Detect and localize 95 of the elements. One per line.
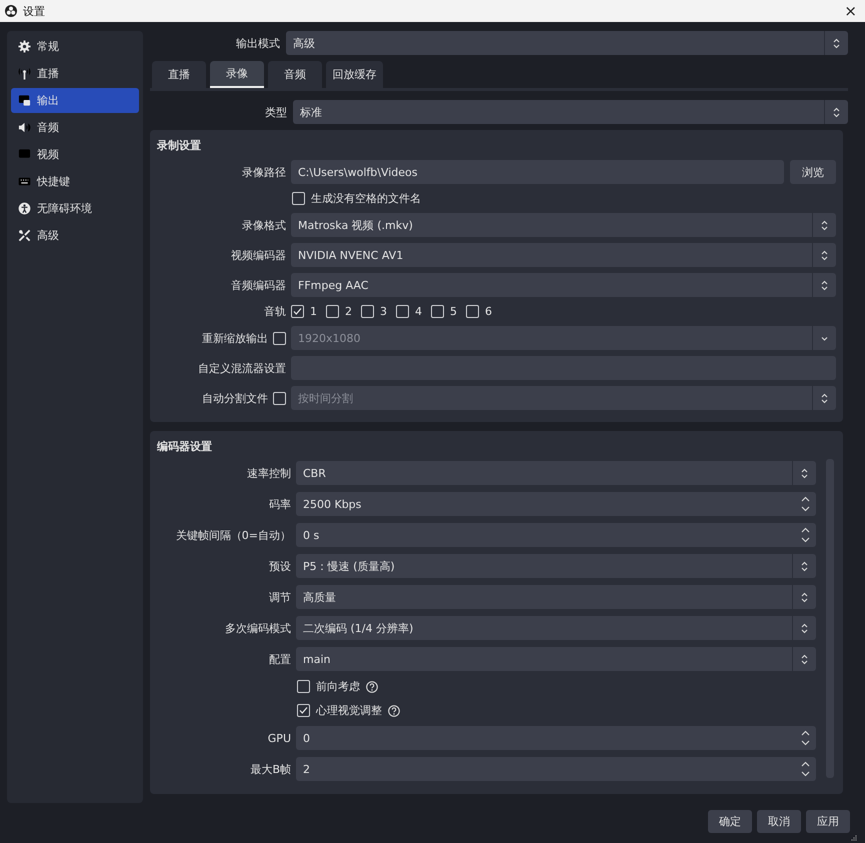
checkbox-label: 前向考虑 (316, 679, 360, 694)
track-label: 4 (415, 305, 422, 318)
dropdown[interactable]: 二次编码 (1/4 分辨率) (296, 616, 816, 640)
spin-box[interactable]: 2500 Kbps (296, 492, 816, 516)
dialog-button[interactable]: 应用 (806, 810, 850, 833)
field-label: 最大B帧 (250, 762, 291, 776)
updown-icon (801, 622, 808, 634)
dialog-button[interactable]: 确定 (708, 810, 752, 833)
updown-icon (833, 106, 840, 118)
section-title: 编码器设置 (157, 438, 212, 454)
sidebar-item[interactable]: 直播 (11, 61, 139, 86)
field-label: 输出模式 (236, 36, 280, 50)
tab[interactable]: 录像 (210, 61, 264, 88)
checkbox[interactable] (297, 704, 310, 717)
field-label: 自动分割文件 (202, 390, 268, 406)
field-label: 视频编码器 (231, 248, 286, 262)
field-label: 码率 (269, 496, 291, 512)
dropdown[interactable]: FFmpeg AAC (291, 273, 836, 297)
field-label: 自定义混流器设置 (198, 360, 286, 376)
checkbox[interactable] (396, 305, 409, 318)
field-label: 多次编码模式 (225, 620, 291, 636)
resize-grip-icon (851, 835, 857, 841)
dialog-button[interactable]: 取消 (757, 810, 801, 833)
accessibility-icon (18, 202, 31, 215)
tab[interactable]: 直播 (152, 61, 206, 88)
antenna-icon (18, 67, 31, 80)
field-label: 音频编码器 (231, 278, 286, 292)
checkbox-label: 心理视觉调整 (316, 703, 382, 718)
tools-icon (18, 229, 31, 242)
track-label: 6 (485, 305, 492, 318)
dropdown[interactable]: P5：慢速 (质量高) (296, 554, 816, 578)
window-title: 设置 (23, 4, 46, 18)
dropdown[interactable]: 高质量 (296, 585, 816, 609)
track-label: 3 (380, 305, 387, 318)
spin-arrows-icon (800, 526, 811, 544)
updown-icon (821, 280, 828, 290)
dropdown[interactable]: 高级 (286, 31, 848, 55)
updown-icon (801, 468, 808, 478)
field-label: 类型 (265, 104, 287, 120)
sidebar-item[interactable]: 高级 (11, 223, 139, 248)
checkbox[interactable] (291, 305, 304, 318)
updown-icon (833, 38, 840, 48)
keyboard-icon (18, 175, 31, 188)
spin-arrows-icon (800, 729, 811, 747)
field-label: 重新缩放输出 (202, 330, 268, 346)
checkbox[interactable] (297, 680, 310, 693)
dropdown[interactable]: Matroska 视频 (.mkv) (291, 213, 836, 237)
sidebar-item[interactable]: 音频 (11, 115, 139, 140)
sidebar-item[interactable]: 常规 (11, 34, 139, 59)
close-button[interactable]: × (842, 4, 859, 18)
field-label: 配置 (269, 652, 291, 666)
checkbox[interactable] (326, 305, 339, 318)
gear-icon (18, 40, 31, 53)
field-label: GPU (268, 732, 291, 744)
dropdown[interactable]: main (296, 647, 816, 671)
sidebar-item[interactable]: 无障碍环境 (11, 196, 139, 221)
field-label: 预设 (269, 558, 291, 574)
checkbox[interactable] (431, 305, 444, 318)
sidebar-item[interactable]: 输出 (11, 88, 139, 113)
field-label: 音轨 (264, 304, 286, 319)
tab[interactable]: 回放缓存 (326, 61, 383, 88)
field-label: 速率控制 (247, 466, 291, 480)
updown-icon (821, 220, 828, 230)
checkbox[interactable] (466, 305, 479, 318)
updown-icon (821, 250, 828, 260)
dropdown[interactable]: NVIDIA NVENC AV1 (291, 243, 836, 267)
spin-arrows-icon (800, 495, 811, 513)
field-label: 录像格式 (242, 218, 286, 232)
field-label: 调节 (269, 590, 291, 604)
spin-box[interactable]: 0 (296, 726, 816, 750)
sidebar-item[interactable]: 视频 (11, 142, 139, 167)
spin-arrows-icon (800, 760, 811, 778)
track-label: 5 (450, 305, 457, 318)
sidebar-item[interactable]: 快捷键 (11, 169, 139, 194)
dropdown[interactable]: CBR (296, 461, 816, 485)
updown-icon (801, 654, 808, 664)
track-label: 2 (345, 305, 352, 318)
spin-box[interactable]: 2 (296, 757, 816, 781)
field-label: 录像路径 (242, 164, 286, 180)
spin-box[interactable]: 0 s (296, 523, 816, 547)
tab[interactable]: 音频 (268, 61, 322, 88)
checkbox[interactable] (292, 192, 305, 205)
app-logo-icon (5, 5, 17, 17)
speaker-icon (18, 121, 31, 134)
updown-icon (801, 560, 808, 572)
checkbox[interactable] (361, 305, 374, 318)
section-title: 录制设置 (157, 138, 201, 152)
path-field[interactable]: C:\Users\wolfb\Videos (291, 160, 784, 184)
updown-icon (821, 392, 828, 404)
dropdown[interactable]: 标准 (293, 100, 848, 124)
browse-button[interactable]: 浏览 (790, 160, 836, 184)
field-label: 关键帧间隔（0=自动） (176, 528, 291, 542)
updown-icon (801, 592, 808, 602)
track-label: 1 (310, 305, 317, 318)
checkbox-label: 生成没有空格的文件名 (311, 191, 421, 206)
